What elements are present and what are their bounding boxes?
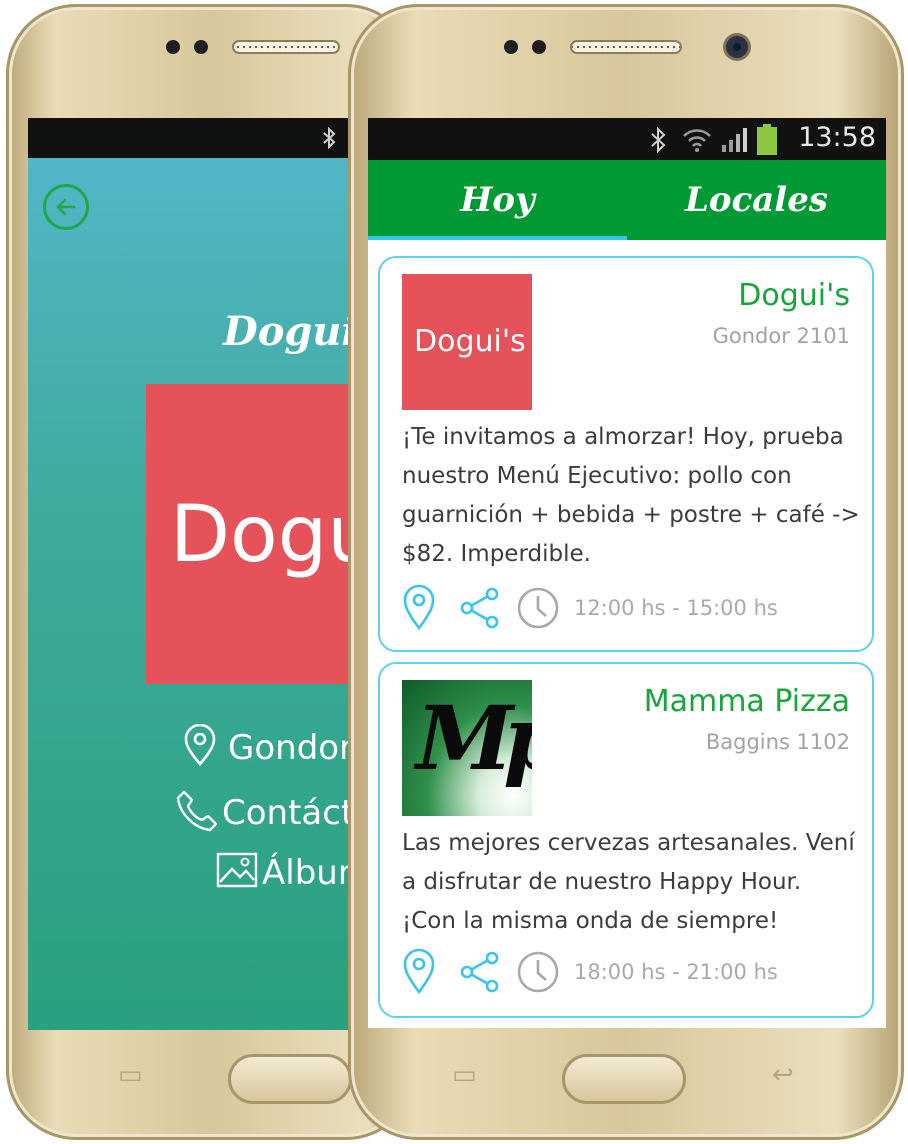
home-button[interactable] (228, 1054, 352, 1104)
restaurant-thumbnail: Mp (402, 680, 532, 816)
opening-hours: 18:00 hs - 21:00 hs (574, 960, 778, 984)
map-pin-icon[interactable] (402, 948, 436, 994)
sensor-dot (194, 40, 208, 54)
thumbnail-text: Mp (416, 686, 532, 790)
tab-hoy[interactable]: Hoy (368, 160, 627, 240)
clock-icon (517, 587, 559, 629)
sensor-dot (532, 40, 546, 54)
tab-bar: Hoy Locales (368, 160, 886, 240)
sensor-dot (504, 40, 518, 54)
contact-item[interactable]: Contácta (176, 788, 348, 841)
album-item[interactable]: Álbun (216, 852, 348, 897)
restaurant-title: Dogui' (223, 308, 348, 355)
offer-description: Las mejores cervezas artesanales. Vení a… (402, 830, 855, 934)
sensor-dot (166, 40, 180, 54)
restaurant-thumbnail: Dogui's (402, 274, 532, 410)
app-screen: 13:58 Hoy Locales Dogui's Dogui's Gondor… (368, 118, 886, 1028)
back-status-bar (28, 118, 348, 158)
restaurant-name: Dogui's (738, 278, 850, 313)
earpiece-speaker (570, 40, 682, 54)
bluetooth-icon (651, 127, 666, 153)
share-icon[interactable] (458, 586, 502, 630)
wifi-icon (683, 129, 711, 152)
offer-description: ¡Te invitamos a almorzar! Hoy, prueba nu… (402, 424, 860, 567)
restaurant-name: Mamma Pizza (643, 684, 850, 719)
home-button[interactable] (562, 1054, 686, 1104)
earpiece-speaker (232, 40, 340, 54)
contact-label: Contácta (222, 793, 348, 833)
logo-text: Dogui (170, 490, 348, 580)
selected-tab-indicator (368, 236, 627, 240)
front-camera (726, 36, 748, 58)
image-icon (216, 852, 258, 897)
opening-hours: 12:00 hs - 15:00 hs (574, 596, 778, 620)
album-label: Álbun (262, 853, 348, 893)
recent-apps-icon[interactable]: ▭ (118, 1060, 143, 1090)
status-bar: 13:58 (368, 118, 886, 160)
status-time: 13:58 (798, 122, 876, 153)
battery-icon (757, 124, 777, 155)
restaurant-address: Baggins 1102 (705, 730, 850, 754)
restaurant-logo: Dogui (146, 384, 348, 684)
offer-card[interactable]: Dogui's Dogui's Gondor 2101 ¡Te invitamo… (378, 256, 874, 652)
clock-icon (517, 951, 559, 993)
map-pin-icon (182, 723, 218, 775)
bluetooth-icon (323, 127, 336, 149)
tab-locales[interactable]: Locales (627, 160, 886, 240)
arrow-left-icon (56, 198, 76, 216)
back-nav-icon[interactable]: ↩ (772, 1060, 794, 1090)
back-button[interactable] (43, 184, 89, 230)
address-label: Gondor 2 (228, 728, 348, 768)
restaurant-address: Gondor 2101 (712, 324, 850, 348)
back-phone-screen: Dogui' Dogui Gondor 2 Contácta Álbun (28, 118, 348, 1030)
signal-icon (722, 128, 747, 152)
share-icon[interactable] (458, 950, 502, 994)
thumbnail-text: Dogui's (414, 324, 526, 359)
offer-card[interactable]: Mp Mamma Pizza Baggins 1102 Las mejores … (378, 662, 874, 1018)
address-item[interactable]: Gondor 2 (182, 723, 348, 775)
map-pin-icon[interactable] (402, 584, 436, 630)
phone-icon (176, 788, 218, 841)
recent-apps-icon[interactable]: ▭ (452, 1060, 477, 1090)
